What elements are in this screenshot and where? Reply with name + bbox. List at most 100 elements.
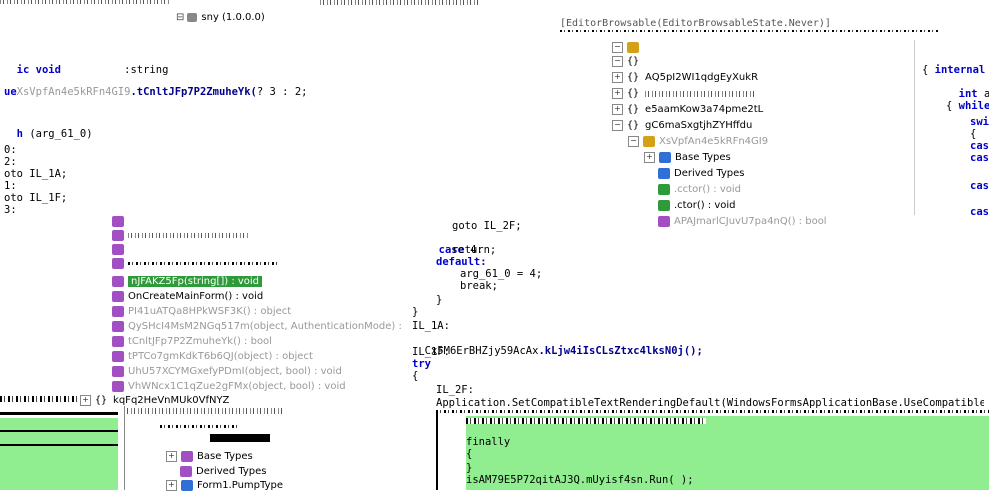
bottom-tree-vline xyxy=(124,406,125,490)
method-icon xyxy=(112,366,124,377)
bottom-tree-base-types[interactable]: + Base Types xyxy=(166,449,253,464)
left-code-line-7: oto IL_1A; xyxy=(4,168,68,180)
assembly-label: sny (1.0.0.0) xyxy=(201,12,265,23)
assembly-node[interactable]: ⊟ sny (1.0.0.0) xyxy=(176,12,265,23)
left-code-line-10: 3: xyxy=(4,204,17,216)
left-code-line-6: 2: xyxy=(4,156,17,168)
tree-base-types[interactable]: + Base Types xyxy=(644,150,731,165)
bottom-left-black-bar xyxy=(0,412,118,415)
method-icon xyxy=(658,200,670,211)
member-icon-row xyxy=(112,228,248,243)
expand-icon[interactable]: + xyxy=(644,152,655,163)
mid-code-l10: Cx5M6ErBHZjy59AcAx.kLjw4iIsCLsZtxc4lksN0… xyxy=(424,345,703,357)
method-icon xyxy=(112,230,124,241)
member-list-panel: nJFAKZ5Fp(string[]) : void OnCreateMainF… xyxy=(112,214,412,384)
derived-types-icon xyxy=(180,466,192,477)
glitched-label xyxy=(128,262,278,265)
namespace-icon: {} xyxy=(627,72,640,83)
expand-icon[interactable]: + xyxy=(612,104,623,115)
left-code-line-3: ue xyxy=(4,86,17,98)
bottom-tree-derived-types[interactable]: Derived Types xyxy=(180,464,267,479)
member-list-item[interactable]: VhWNcx1C1qZue2gFMx(object, bool) : void xyxy=(112,379,346,394)
expand-icon[interactable]: ⊟ xyxy=(176,12,184,23)
bottom-left-black-bar xyxy=(0,430,118,432)
method-icon xyxy=(112,336,124,347)
right-code-line-5: { xyxy=(946,100,953,112)
member-list-item[interactable]: tCnltJFp7P2ZmuheYk() : bool xyxy=(112,334,272,349)
mid-code-l9: IL_1A: xyxy=(412,320,450,332)
tree-method-item[interactable]: APAJmarlCJuvU7pa4nQ() : bool xyxy=(658,214,827,229)
bottom-left-glitch xyxy=(0,396,78,402)
namespace-icon: {} xyxy=(95,395,108,406)
tree-class-item[interactable]: − XsVpfAn4e5kRFn4GI9 xyxy=(628,134,768,149)
mid-code-l4: default: xyxy=(436,256,487,268)
tree-braces-row[interactable]: − {} xyxy=(612,54,645,69)
bottom-tree-pump-type[interactable]: + Form1.PumpType xyxy=(166,478,283,493)
tree-derived-types[interactable]: Derived Types xyxy=(658,166,745,181)
mid-code-l14: IL_2F: xyxy=(436,384,474,396)
expand-icon[interactable]: + xyxy=(166,480,177,491)
member-list-item[interactable]: UhU57XCYMGxefyPDmI(object, bool) : void xyxy=(112,364,342,379)
namespace-row[interactable]: + {} kqFq2HeVnMUk0VfNYZ xyxy=(80,393,229,408)
expand-icon[interactable]: + xyxy=(612,88,623,99)
glitched-label xyxy=(645,90,756,97)
mid-code-l6: break; xyxy=(460,280,498,292)
method-icon xyxy=(112,321,124,332)
attribute-header-glitch xyxy=(560,30,940,32)
class-icon xyxy=(181,480,193,491)
right-code-line-7: { xyxy=(970,128,977,140)
collapse-icon[interactable]: − xyxy=(628,136,639,147)
mid-code-l5: arg_61_0 = 4; xyxy=(460,268,543,280)
method-icon xyxy=(112,258,124,269)
derived-types-icon xyxy=(658,168,670,179)
mid-code-l15: Application.SetCompatibleTextRenderingDe… xyxy=(436,397,984,409)
tree-namespace-item[interactable]: + {} e5aamKow3a74pme2tL xyxy=(612,102,763,117)
collapse-icon[interactable]: − xyxy=(612,42,623,53)
mid-code-l13: { xyxy=(412,370,419,382)
method-icon xyxy=(658,216,670,227)
mid-code-l17: { xyxy=(466,448,473,460)
method-icon xyxy=(112,381,124,392)
member-list-item[interactable]: PI41uATQa8HPkWSF3K() : object xyxy=(112,304,291,319)
right-code-pane-border xyxy=(914,40,915,215)
tree-method-item[interactable]: .cctor() : void xyxy=(658,182,741,197)
tree-method-item[interactable]: .ctor() : void xyxy=(658,198,736,213)
right-code-line-1: internal st xyxy=(934,64,986,76)
left-code-line-4: h (arg_61_0) xyxy=(16,128,93,140)
member-list-item[interactable]: OnCreateMainForm() : void xyxy=(112,289,263,304)
left-code-line-2: XsVpfAn4e5kRFn4GI9.tCnltJFp7P2ZmuheYk(? … xyxy=(16,86,308,98)
mid-code-l19: isAM79E5P72qitAJ3Q.mUyisf4sn.Run( ); xyxy=(466,474,694,486)
namespace-tree: − − {} + {} AQ5pI2WI1qdgEyXukR + {} + {}… xyxy=(612,40,832,227)
mid-code-l11: IL_1F: xyxy=(412,346,450,358)
expand-icon[interactable]: + xyxy=(166,451,177,462)
collapse-icon[interactable]: − xyxy=(612,120,623,131)
left-code-line-5: 0: xyxy=(4,144,17,156)
mid-code-l12: try xyxy=(412,358,431,370)
member-icon-row xyxy=(112,242,128,257)
expand-icon[interactable]: + xyxy=(612,72,623,83)
right-code-line-11: cas xyxy=(970,206,989,218)
right-code-line-9: cas xyxy=(970,152,989,164)
left-code-line-1: ic void :string xyxy=(16,64,169,76)
namespace-icon: {} xyxy=(627,120,640,131)
tree-folder-row[interactable]: − xyxy=(612,40,643,55)
right-code-line-4: while ( xyxy=(958,100,989,112)
tree-namespace-item[interactable]: − {} gC6maSxgtjhZYHffdu xyxy=(612,118,752,133)
member-list-item[interactable]: tPTCo7gmKdkT6b6QJ(object) : object xyxy=(112,349,313,364)
mid-code-l16: finally xyxy=(466,436,511,448)
namespace-icon: {} xyxy=(627,88,640,99)
right-code-line-10: cas xyxy=(970,180,989,192)
right-code-line-2: { xyxy=(922,64,929,76)
tree-namespace-item[interactable]: + {} AQ5pI2WI1qdgEyXukR xyxy=(612,70,758,85)
right-code-line-6: swi xyxy=(970,116,989,128)
expand-icon[interactable]: + xyxy=(80,395,91,406)
method-icon xyxy=(112,306,124,317)
top-glitch-bar-left xyxy=(0,0,170,4)
bottom-tree-black-bar xyxy=(210,434,270,442)
glitched-label xyxy=(128,233,248,238)
base-types-icon xyxy=(659,152,671,163)
member-list-item[interactable]: QySHcI4MsM2NGq517m(object, Authenticatio… xyxy=(112,319,402,334)
member-list-item[interactable]: nJFAKZ5Fp(string[]) : void xyxy=(112,274,263,289)
collapse-icon[interactable]: − xyxy=(612,56,623,67)
tree-namespace-item[interactable]: + {} xyxy=(612,86,756,101)
